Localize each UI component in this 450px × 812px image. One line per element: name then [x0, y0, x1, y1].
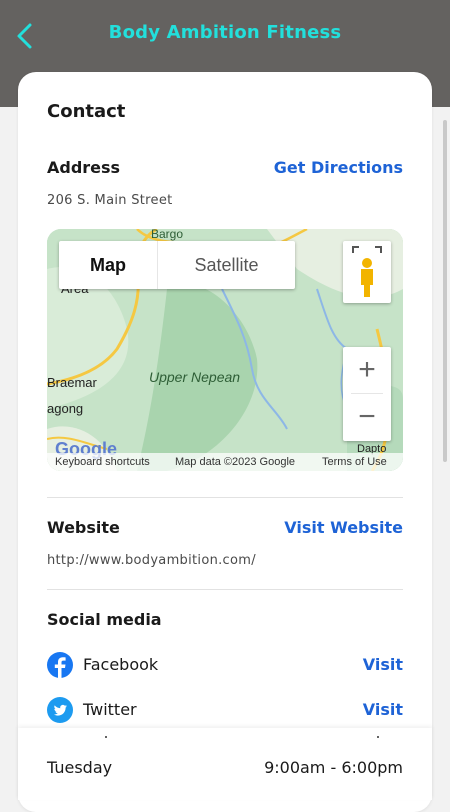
map-label-agong: agong	[47, 401, 84, 416]
zoom-in-button[interactable]: +	[343, 347, 391, 393]
terms-of-use-link[interactable]: Terms of Use	[322, 456, 387, 468]
keyboard-shortcuts-link[interactable]: Keyboard shortcuts	[55, 456, 150, 468]
scrollbar[interactable]	[443, 120, 447, 462]
visit-website-link[interactable]: Visit Website	[284, 518, 403, 537]
map-view[interactable]: Bargo Upper Nepean Braemar agong Area Da…	[47, 229, 403, 471]
website-label: Website	[47, 518, 120, 537]
contact-heading: Contact	[47, 101, 126, 122]
dot-marker	[377, 736, 379, 738]
map-attribution: Keyboard shortcuts Map data ©2023 Google…	[47, 453, 403, 471]
address-label: Address	[47, 158, 121, 177]
page-title: Body Ambition Fitness	[108, 22, 342, 43]
hours-day: Tuesday	[47, 758, 113, 777]
twitter-icon	[47, 697, 73, 723]
dot-marker	[105, 736, 107, 738]
hours-time: 9:00am - 6:00pm	[264, 758, 403, 777]
map-type-control: Map Satellite	[59, 241, 295, 289]
social-item-facebook-label: Facebook	[83, 655, 159, 674]
get-directions-link[interactable]: Get Directions	[274, 158, 403, 177]
facebook-icon	[47, 652, 73, 678]
pegman-icon	[352, 246, 382, 297]
streetview-control[interactable]	[343, 241, 391, 303]
visit-facebook-link[interactable]: Visit	[363, 655, 403, 674]
hours-panel: Tuesday 9:00am - 6:00pm	[18, 728, 432, 800]
map-type-map-button[interactable]: Map	[59, 241, 158, 289]
divider	[47, 589, 403, 590]
map-label-bargo: Bargo	[151, 229, 184, 241]
address-value: 206 S. Main Street	[47, 193, 173, 208]
social-item-twitter-label: Twitter	[83, 700, 137, 719]
website-url: http://www.bodyambition.com/	[47, 553, 256, 568]
map-data-text: Map data ©2023 Google	[175, 456, 296, 468]
divider	[47, 497, 403, 498]
map-label-upper-nepean: Upper Nepean	[149, 369, 241, 385]
zoom-out-button[interactable]: −	[343, 394, 391, 440]
map-label-braemar: Braemar	[47, 375, 97, 390]
map-type-satellite-button[interactable]: Satellite	[158, 241, 295, 289]
social-media-heading: Social media	[47, 610, 162, 629]
zoom-control: + −	[343, 347, 391, 441]
visit-twitter-link[interactable]: Visit	[363, 700, 403, 719]
